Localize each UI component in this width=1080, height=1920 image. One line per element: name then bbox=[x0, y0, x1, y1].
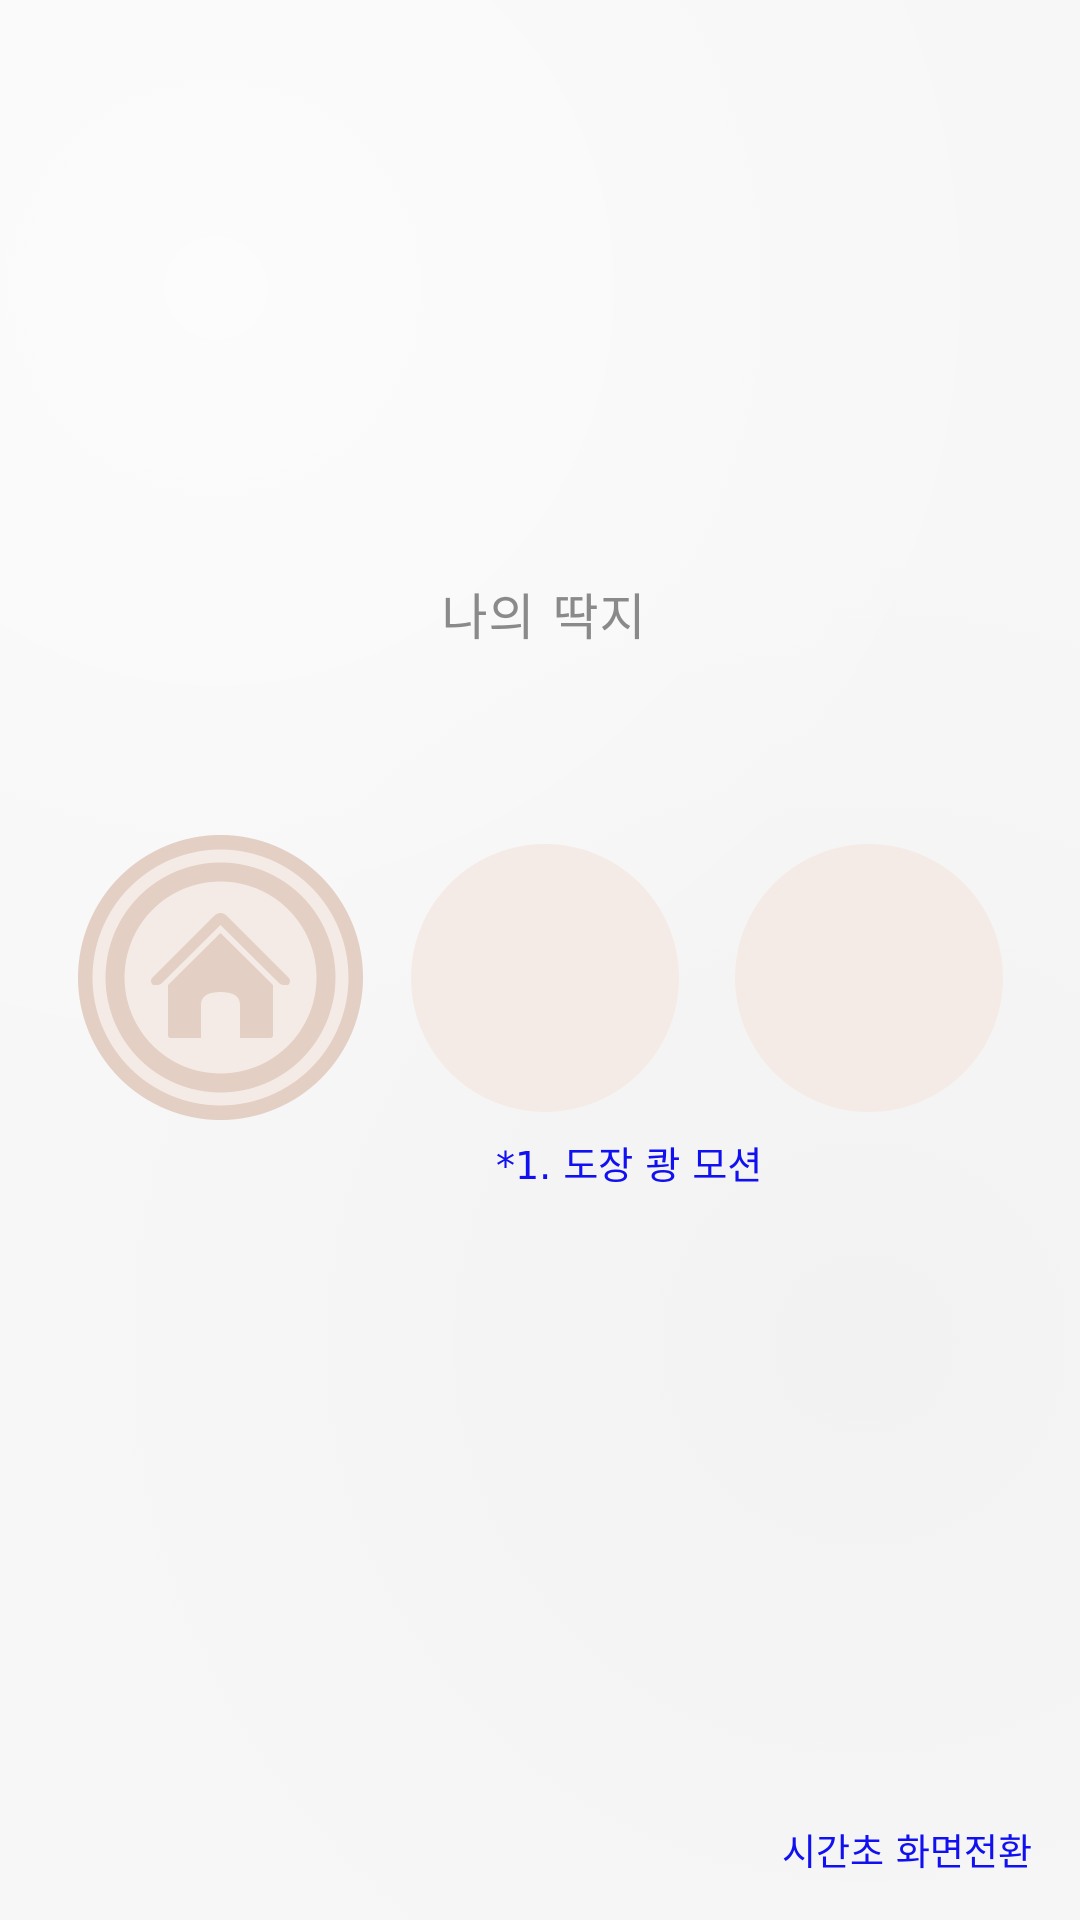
stamp-collection-screen: 나의 딱지 *1. 도장 쾅 모션 시간초 화면전환 bbox=[0, 0, 1080, 1920]
stamp-slot-2[interactable] bbox=[411, 844, 679, 1112]
home-stamp-icon bbox=[78, 835, 363, 1120]
screen-transition-link[interactable]: 시간초 화면전환 bbox=[782, 1822, 1032, 1876]
stamp-motion-note-text: *1. 도장 쾅 모션 bbox=[496, 1144, 763, 1188]
stamp-motion-note: *1. 도장 쾅 모션 bbox=[0, 1135, 1080, 1190]
stamp-slot-3[interactable] bbox=[735, 844, 1003, 1112]
page-title: 나의 딱지 bbox=[441, 589, 647, 647]
stamp-slot-1[interactable] bbox=[78, 835, 363, 1120]
